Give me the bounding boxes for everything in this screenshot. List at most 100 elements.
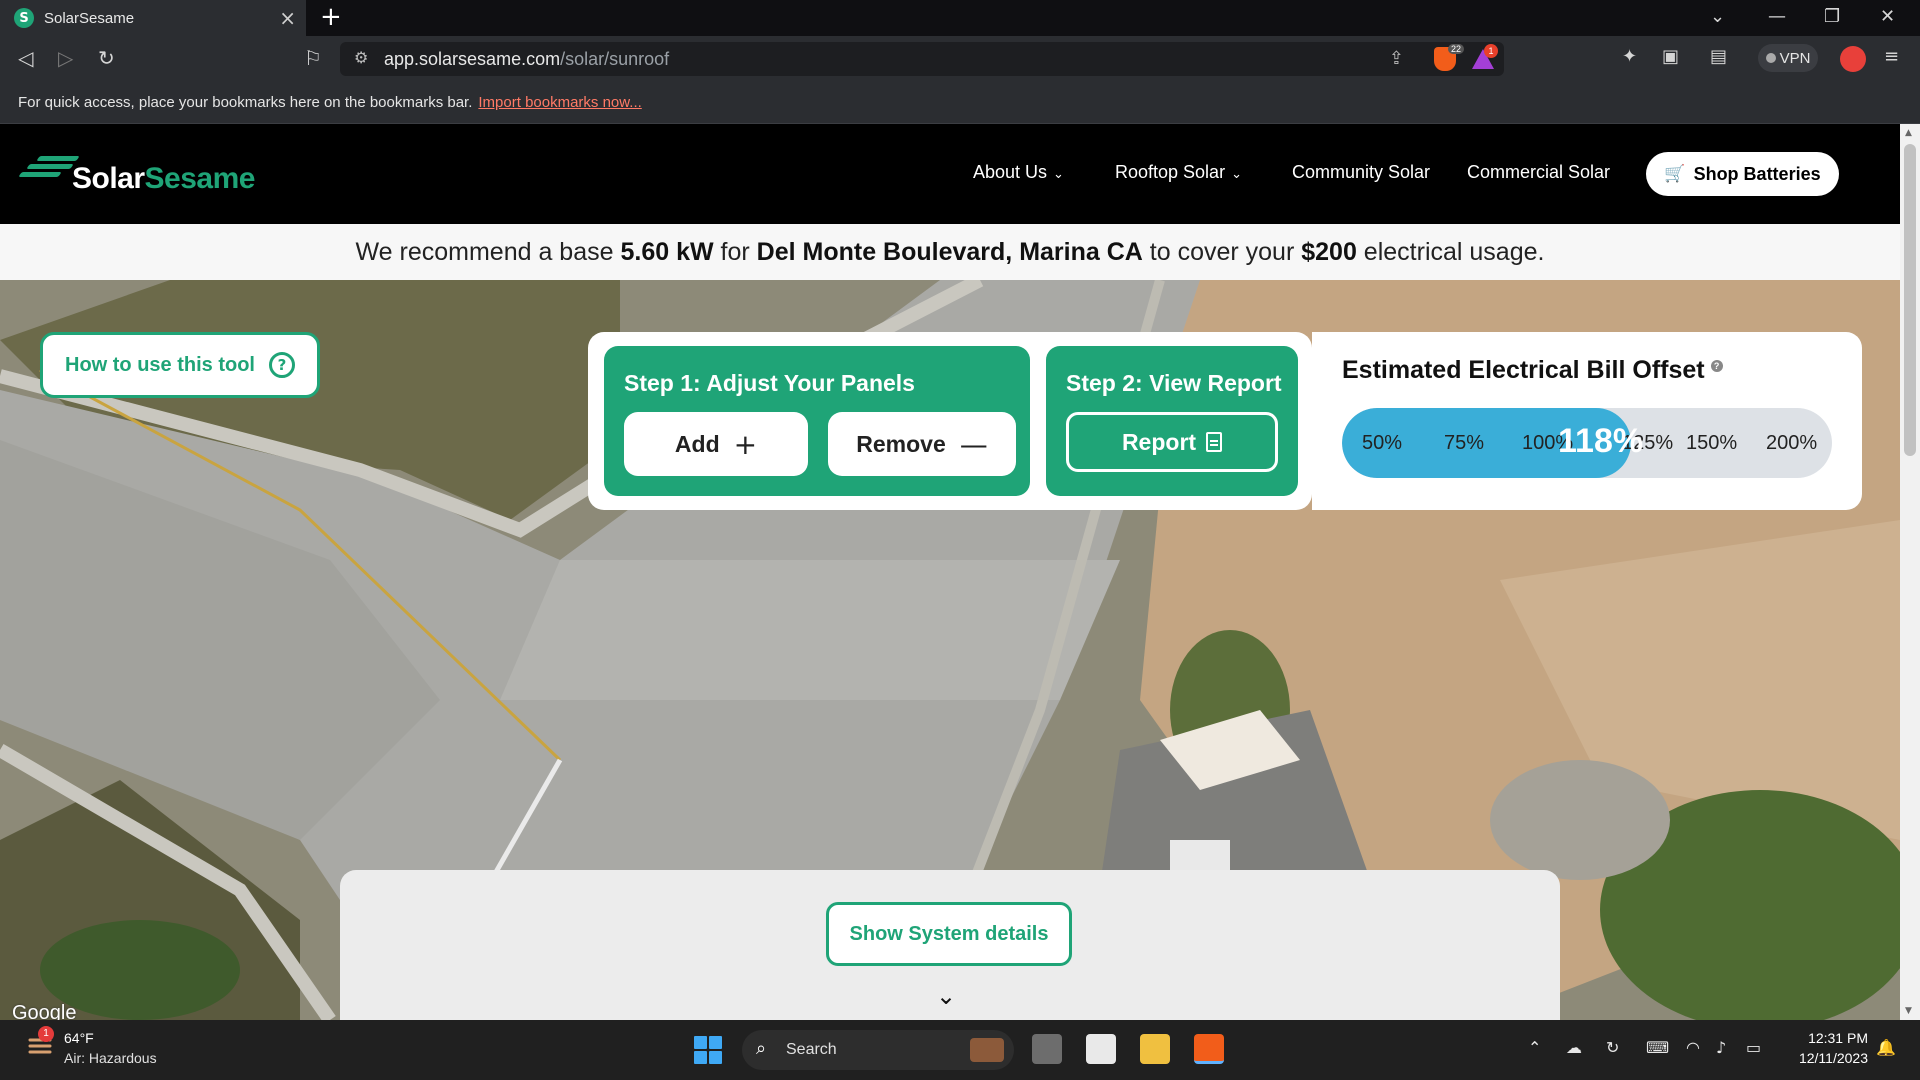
search-icon: ⌕ (756, 1038, 767, 1059)
step-2-panel: Step 2: View Report Report (1046, 346, 1298, 496)
profile-avatar[interactable] (1840, 46, 1866, 72)
close-tab-icon[interactable]: × (279, 6, 296, 30)
step-1-panel: Step 1: Adjust Your Panels Add + Remove … (604, 346, 1030, 496)
weather-temperature[interactable]: 64°F (64, 1030, 94, 1046)
wifi-icon[interactable]: ◠ (1686, 1038, 1700, 1057)
reload-icon[interactable]: ↻ (98, 46, 115, 70)
shop-batteries-label: Shop Batteries (1693, 163, 1821, 184)
address: Del Monte Boulevard, Marina CA (756, 238, 1143, 266)
minimize-icon[interactable]: — (1768, 6, 1786, 27)
google-attribution: Google (12, 1002, 77, 1020)
logo-text: SolarSesame (72, 162, 255, 195)
vpn-status-icon (1765, 53, 1776, 63)
chevron-down-icon: ⌄ (1231, 167, 1242, 182)
step-2-title: Step 2: View Report (1066, 370, 1282, 396)
tab-search-chevron-icon[interactable]: ⌄ (1710, 6, 1725, 27)
windows-taskbar: 1 64°F Air: Hazardous ⌕ Search ⌃ ☁ ↻ ⌨ ◠… (0, 1020, 1920, 1080)
nav-about-us[interactable]: About Us ⌄ (973, 162, 1064, 183)
new-tab-icon[interactable]: + (320, 2, 342, 32)
scrollbar-thumb[interactable] (1904, 144, 1916, 456)
system-details-panel: Show System details ⌄ (340, 870, 1560, 1020)
browser-tab[interactable]: S SolarSesame × (0, 0, 306, 36)
site-header: SolarSesame About Us ⌄ Rooftop Solar ⌄ Com… (0, 124, 1900, 224)
rewards-count-badge: 1 (1484, 44, 1498, 58)
page-scrollbar[interactable]: ▲ ▼ (1900, 124, 1920, 1020)
remove-panel-button[interactable]: Remove — (828, 412, 1016, 476)
add-panel-button[interactable]: Add + (624, 412, 808, 476)
menu-icon[interactable]: ≡ (1884, 46, 1899, 67)
extensions-icon[interactable]: ✦ (1622, 46, 1637, 67)
show-hidden-icons-chevron-icon[interactable]: ⌃ (1528, 1038, 1541, 1057)
scroll-down-icon[interactable]: ▼ (1905, 1006, 1912, 1016)
recommendation-banner: We recommend a base 5.60 kW for Del Mont… (0, 224, 1900, 280)
url-text[interactable]: app.solarsesame.com/solar/sunroof (384, 49, 669, 70)
offset-tick[interactable]: 50% (1362, 432, 1402, 455)
clock-date[interactable]: 12/11/2023 (1786, 1050, 1868, 1066)
site-info-icon[interactable]: ⚙ (354, 48, 368, 67)
plus-icon: + (733, 427, 758, 461)
how-to-use-label: How to use this tool (65, 353, 255, 376)
file-explorer-icon[interactable] (1140, 1034, 1170, 1064)
steps-card: Step 1: Adjust Your Panels Add + Remove … (588, 332, 1312, 510)
close-window-icon[interactable]: ✕ (1880, 6, 1895, 27)
step-1-title: Step 1: Adjust Your Panels (624, 370, 915, 396)
back-icon[interactable]: ◁ (18, 46, 33, 70)
document-icon (1206, 432, 1223, 452)
bookmarks-hint: For quick access, place your bookmarks h… (18, 94, 642, 111)
clock-time[interactable]: 12:31 PM (1804, 1030, 1868, 1046)
bill-offset-card: Estimated Electrical Bill Offset? 50% 75… (1312, 332, 1862, 510)
weather-alert-badge: 1 (38, 1026, 54, 1042)
taskbar-search[interactable]: ⌕ Search (742, 1030, 1014, 1070)
solarsesame-favicon-icon: S (14, 8, 34, 28)
keyboard-icon[interactable]: ⌨ (1646, 1038, 1669, 1057)
restore-icon[interactable]: ❐ (1824, 6, 1840, 27)
offset-value: 118% (1558, 422, 1644, 460)
how-to-use-button[interactable]: How to use this tool ? (40, 332, 320, 398)
report-label: Report (1121, 428, 1197, 455)
task-view-icon[interactable] (1032, 1034, 1062, 1064)
brave-browser-icon[interactable] (1194, 1034, 1224, 1064)
chevron-down-icon[interactable]: ⌄ (936, 982, 956, 1010)
bookmarks-bar: For quick access, place your bookmarks h… (0, 82, 1920, 124)
offset-tick[interactable]: 150% (1686, 432, 1737, 455)
sync-icon[interactable]: ↻ (1606, 1038, 1619, 1057)
bookmark-icon[interactable]: ⚐ (304, 46, 322, 70)
offset-tick[interactable]: 200% (1766, 432, 1817, 455)
sidebar-icon[interactable]: ▣ (1662, 46, 1679, 67)
offset-slider[interactable]: 50% 75% 100% 125% 150% 200% 118% (1342, 408, 1832, 478)
usage-amount: $200 (1301, 238, 1357, 266)
show-system-details-button[interactable]: Show System details (826, 902, 1072, 966)
info-icon[interactable]: ? (1710, 360, 1723, 372)
tab-title: SolarSesame (44, 9, 135, 27)
nav-community-solar[interactable]: Community Solar (1292, 162, 1430, 183)
browser-tab-strip: S SolarSesame × + ⌄ — ❐ ✕ (0, 0, 1920, 36)
wallet-icon[interactable]: ▤ (1710, 46, 1727, 67)
cart-icon: 🛒 (1664, 164, 1686, 184)
volume-icon[interactable]: ♪ (1716, 1038, 1726, 1057)
search-highlight-icon (970, 1038, 1004, 1062)
share-icon[interactable]: ⇪ (1389, 48, 1404, 69)
scroll-up-icon[interactable]: ▲ (1905, 128, 1912, 138)
shop-batteries-button[interactable]: 🛒 Shop Batteries (1646, 152, 1839, 196)
import-bookmarks-link[interactable]: Import bookmarks now... (478, 94, 641, 111)
browser-toolbar: ◁ ▷ ↻ ⚐ ⚙ app.solarsesame.com/solar/sunr… (0, 36, 1920, 82)
notification-bell-icon[interactable]: 🔔 (1876, 1038, 1896, 1057)
minus-icon: — (959, 427, 988, 461)
onedrive-icon[interactable]: ☁ (1566, 1038, 1582, 1057)
forward-icon[interactable]: ▷ (58, 46, 73, 70)
vpn-button[interactable]: VPN (1758, 44, 1818, 72)
microsoft-store-icon[interactable] (1086, 1034, 1116, 1064)
address-bar[interactable]: ⚙ app.solarsesame.com/solar/sunroof ⇪ 22… (340, 42, 1504, 76)
shields-count-badge: 22 (1447, 44, 1464, 54)
bill-offset-title: Estimated Electrical Bill Offset? (1342, 356, 1723, 385)
weather-description[interactable]: Air: Hazardous (64, 1050, 157, 1066)
nav-rooftop-solar[interactable]: Rooftop Solar ⌄ (1115, 162, 1242, 183)
search-placeholder: Search (786, 1041, 837, 1058)
battery-icon[interactable]: ▭ (1746, 1038, 1761, 1057)
remove-label: Remove (856, 430, 946, 457)
system-size: 5.60 kW (620, 238, 714, 266)
report-button[interactable]: Report (1066, 412, 1278, 472)
offset-tick[interactable]: 75% (1444, 432, 1484, 455)
windows-start-icon[interactable] (694, 1036, 722, 1064)
nav-commercial-solar[interactable]: Commercial Solar (1467, 162, 1610, 183)
